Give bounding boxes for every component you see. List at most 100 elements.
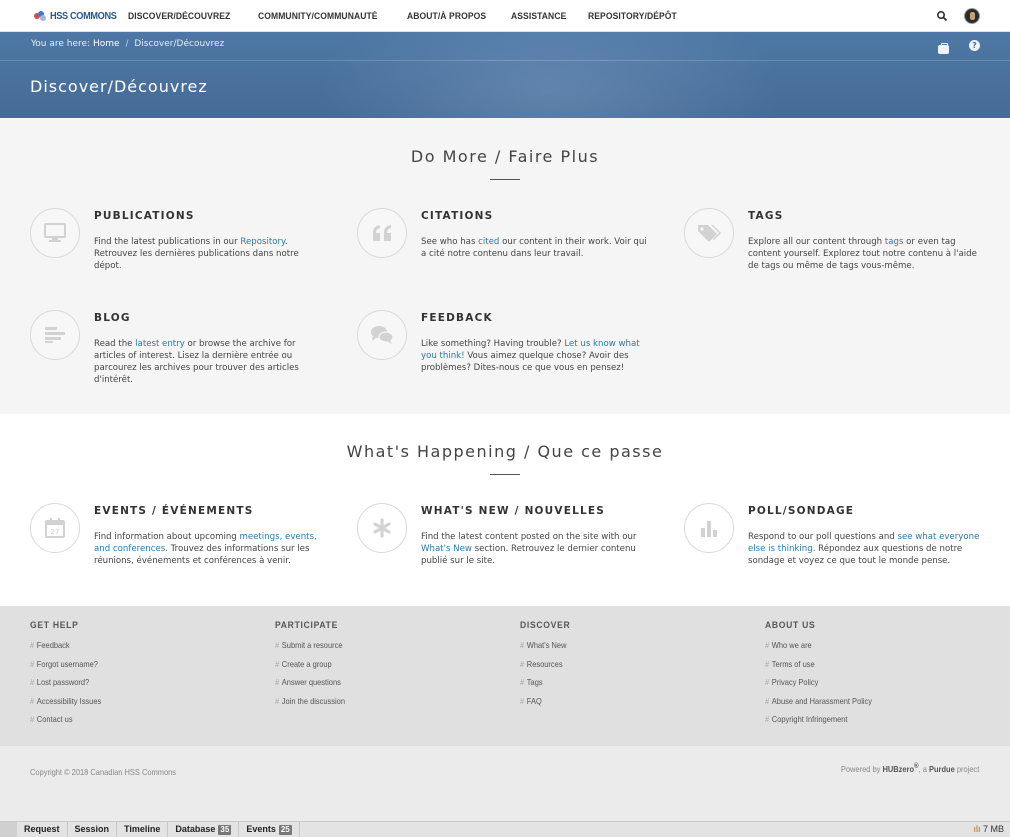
feature-description: Find the latest publications in our Repo… [94, 237, 299, 271]
feature-title: CITATIONS [421, 210, 494, 222]
footer-link[interactable]: # Tags [520, 676, 569, 695]
footer-link[interactable]: # Accessibility Issues [30, 695, 101, 714]
footer-link[interactable]: # Abuse and Harassment Policy [765, 695, 872, 714]
breadcrumb: You are here: Home / Discover/Découvrez [31, 39, 224, 49]
blog-lines-icon [30, 310, 80, 360]
section-heading: What's Happening / Que ce passe [346, 442, 664, 461]
calendar-icon: 27 [30, 503, 80, 553]
debug-toolbar: Request Session Timeline Database 35 Even… [0, 821, 1010, 837]
main-menu: DISCOVER/DÉCOUVREZ COMMUNITY/COMMUNAUTÉ … [128, 0, 703, 32]
feature-description: Read the latest entry or browse the arch… [94, 339, 299, 385]
help-icon[interactable]: ? [969, 40, 980, 51]
do-more-section: Do More / Faire Plus PUBLICATIONS Find t… [0, 118, 1010, 414]
footer-link[interactable]: # Who we are [765, 639, 872, 658]
memory-usage: ılı 7 MB [973, 824, 1004, 834]
repository-link[interactable]: Repository [240, 237, 284, 247]
asterisk-icon [357, 503, 407, 553]
footer-link[interactable]: # Create a group [275, 658, 345, 677]
breadcrumb-home-link[interactable]: Home [93, 39, 120, 49]
nav-item-discover[interactable]: DISCOVER/DÉCOUVREZ [128, 11, 230, 22]
whats-new-link[interactable]: What's New [421, 544, 472, 554]
tag-icon [684, 208, 734, 258]
footer-link[interactable]: # Submit a resource [275, 639, 345, 658]
sub-footer: Copyright © 2018 Canadian HSS Commons Po… [0, 746, 1010, 821]
heading-divider [490, 474, 520, 475]
site-logo[interactable]: HSS COMMONS [34, 8, 122, 24]
feature-title: BLOG [94, 312, 131, 324]
feature-description: Find information about upcoming meetings… [94, 532, 317, 566]
latest-entry-link[interactable]: latest entry [135, 339, 185, 349]
page-banner: You are here: Home / Discover/Découvrez … [0, 32, 1010, 118]
feature-description: See who has cited our content in their w… [421, 237, 647, 259]
feature-title: PUBLICATIONS [94, 210, 195, 222]
bar-chart-icon [684, 503, 734, 553]
svg-text:27: 27 [51, 528, 60, 536]
footer-link[interactable]: # Lost password? [30, 676, 101, 695]
quote-icon [357, 208, 407, 258]
count-badge: 25 [278, 824, 292, 835]
feature-title: EVENTS / ÉVÉNEMENTS [94, 505, 254, 517]
footer-link[interactable]: # FAQ [520, 695, 569, 714]
footer-link[interactable]: # Forgot username? [30, 658, 101, 677]
feature-description: Like something? Having trouble? Let us k… [421, 339, 640, 373]
nav-item-about[interactable]: ABOUT/À PROPOS [407, 11, 486, 22]
footer-column-about-us: ABOUT US # Who we are # Terms of use # Priv… [765, 620, 887, 732]
feature-title: FEEDBACK [421, 312, 493, 324]
debug-tab-database[interactable]: Database 35 [168, 822, 240, 837]
footer-link[interactable]: # Terms of use [765, 658, 872, 677]
cited-link[interactable]: cited [478, 237, 499, 247]
debug-tab-events[interactable]: Events 25 [239, 822, 300, 837]
debug-tab-request[interactable]: Request [17, 822, 68, 837]
feature-title: WHAT'S NEW / NOUVELLES [421, 505, 606, 517]
powered-by-text: Powered by HUBzero®, a Purdue project [840, 763, 979, 774]
footer-link[interactable]: # What's New [520, 639, 569, 658]
footer-link[interactable]: # Privacy Policy [765, 676, 872, 695]
footer-column-participate: PARTICIPATE # Submit a resource # Create a… [275, 620, 355, 713]
footer-column-title: DISCOVER [520, 620, 571, 631]
logo-text: HSS COMMONS [50, 10, 117, 22]
debug-logo-icon[interactable] [0, 822, 17, 837]
debug-tab-timeline[interactable]: Timeline [117, 822, 169, 837]
feature-description: Explore all our content through tags or … [748, 237, 977, 271]
footer-link[interactable]: # Join the discussion [275, 695, 345, 714]
nav-item-assistance[interactable]: ASSISTANCE [511, 11, 566, 22]
whats-happening-section: What's Happening / Que ce passe 27 EVENT… [0, 414, 1010, 606]
tags-link[interactable]: tags [885, 237, 904, 247]
feature-description: Find the latest content posted on the si… [421, 532, 637, 566]
debug-tab-session[interactable]: Session [68, 822, 118, 837]
footer-link[interactable]: # Resources [520, 658, 569, 677]
footer-link[interactable]: # Answer questions [275, 676, 345, 695]
top-navigation: HSS COMMONS DISCOVER/DÉCOUVREZ COMMUNITY… [0, 0, 1010, 32]
monitor-icon [30, 208, 80, 258]
breadcrumb-bar: You are here: Home / Discover/Découvrez … [0, 32, 1010, 61]
footer-link[interactable]: # Copyright Infringement [765, 713, 872, 732]
footer-column-title: GET HELP [30, 620, 79, 631]
hubzero-link[interactable]: HUBzero® [882, 763, 918, 774]
nav-item-repository[interactable]: REPOSITORY/DÉPÔT [588, 11, 677, 22]
copyright-text: Copyright © 2018 Canadian HSS Commons [30, 767, 177, 777]
breadcrumb-prefix: You are here: [31, 39, 91, 49]
footer-column-discover: DISCOVER # What's New # Resources # Tags # F… [520, 620, 576, 713]
logo-mark-icon [34, 10, 48, 22]
footer-column-title: PARTICIPATE [275, 620, 339, 631]
page-title: Discover/Découvrez [30, 77, 208, 96]
briefcase-icon[interactable] [938, 43, 949, 54]
footer-link[interactable]: # Feedback [30, 639, 101, 658]
feature-title: POLL/SONDAGE [748, 505, 855, 517]
feature-title: TAGS [748, 210, 784, 222]
chat-bubbles-icon [357, 310, 407, 360]
heading-divider [490, 179, 520, 180]
breadcrumb-current: Discover/Découvrez [134, 39, 225, 49]
breadcrumb-separator: / [125, 39, 129, 49]
nav-item-community[interactable]: COMMUNITY/COMMUNAUTÉ [258, 11, 378, 22]
footer-link[interactable]: # Contact us [30, 713, 101, 732]
user-avatar[interactable] [964, 8, 980, 24]
section-heading: Do More / Faire Plus [410, 147, 600, 166]
feature-description: Respond to our poll questions and see wh… [748, 532, 980, 566]
footer-column-get-help: GET HELP # Feedback # Forgot username? # Lo… [30, 620, 111, 732]
purdue-link[interactable]: Purdue [929, 764, 955, 774]
site-footer: GET HELP # Feedback # Forgot username? # Lo… [0, 606, 1010, 746]
search-icon[interactable] [936, 10, 948, 22]
memory-bar-icon: ılı [973, 824, 981, 834]
count-badge: 35 [218, 824, 232, 835]
